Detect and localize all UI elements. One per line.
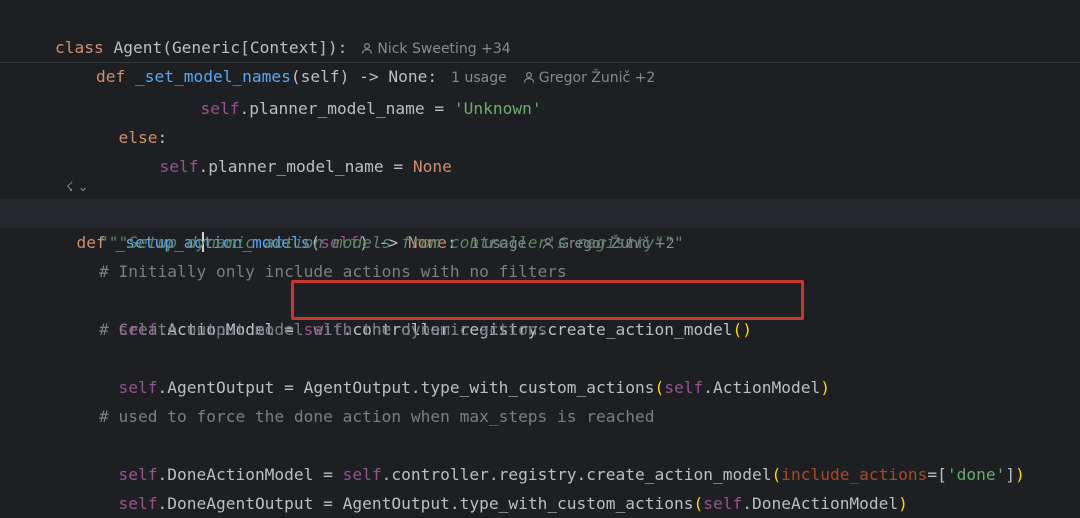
method-author-hint[interactable]: Gregor Žunič +2 bbox=[523, 64, 656, 93]
equals: = bbox=[927, 465, 938, 484]
code-text: .planner_model_name = bbox=[239, 99, 454, 118]
self-token: self bbox=[703, 494, 743, 513]
paren-close: ) bbox=[1015, 465, 1025, 484]
code-line-planner-none[interactable]: self.planner_model_name = None bbox=[140, 123, 452, 176]
self-token: self bbox=[200, 99, 240, 118]
code-text: .DoneAgentOutput = AgentOutput.type_with… bbox=[157, 494, 694, 513]
method-declaration-line[interactable]: def _setup_action_models(self) -> None: 1… bbox=[57, 199, 675, 252]
paren-open: ( bbox=[693, 494, 704, 513]
red-highlight-annotation bbox=[291, 280, 804, 320]
call-parens: () bbox=[732, 320, 752, 339]
paren-open: ( bbox=[654, 378, 665, 397]
self-token: self bbox=[118, 494, 158, 513]
list-close: ] bbox=[1005, 465, 1016, 484]
self-token: self bbox=[118, 378, 158, 397]
list-open: [ bbox=[937, 465, 947, 484]
code-line-else[interactable]: else: bbox=[99, 94, 168, 147]
code-line-planner-unknown[interactable]: self.planner_model_name = 'Unknown' bbox=[181, 65, 542, 118]
sticky-scope-header: class Agent(Generic[Context]): Nick Sweet… bbox=[0, 0, 1080, 86]
string-literal: 'done' bbox=[946, 465, 1006, 484]
gutter-fold-icon[interactable]: ☇ ⌄ bbox=[66, 180, 88, 195]
string-literal: 'Unknown' bbox=[453, 99, 542, 118]
code-text: .planner_model_name = bbox=[198, 157, 413, 176]
self-token: self bbox=[159, 157, 199, 176]
def-keyword: def bbox=[95, 67, 126, 86]
method-author-text: Gregor Žunič +2 bbox=[538, 70, 656, 86]
code-line-done-action-model[interactable]: self.DoneActionModel = self.controller.r… bbox=[99, 431, 1025, 484]
code-line-agent-output[interactable]: self.AgentOutput = AgentOutput.type_with… bbox=[99, 344, 830, 397]
comment-line-create-output[interactable]: # Create output model with the dynamic a… bbox=[99, 315, 547, 344]
docstring-line[interactable]: """Setup dynamic action models from cont… bbox=[99, 228, 684, 257]
paren-close: ) bbox=[898, 494, 908, 513]
sticky-method-line[interactable]: def _set_model_names(self) -> None: 1 usa… bbox=[57, 33, 655, 86]
comment-line-force-done[interactable]: # used to force the done action when max… bbox=[99, 402, 655, 431]
paren-close: ) bbox=[820, 378, 830, 397]
class-declaration-line[interactable]: class Agent(Generic[Context]): Nick Sweet… bbox=[16, 4, 511, 57]
self-token: self bbox=[664, 378, 704, 397]
code-text: .ActionModel bbox=[703, 378, 821, 397]
ai-sparkle-icon: ☇ bbox=[66, 180, 74, 195]
code-text: .AgentOutput = AgentOutput.type_with_cus… bbox=[157, 378, 655, 397]
none-keyword: None bbox=[412, 157, 452, 176]
code-line-done-agent-output[interactable]: self.DoneAgentOutput = AgentOutput.type_… bbox=[99, 460, 908, 513]
code-text: .DoneActionModel bbox=[742, 494, 899, 513]
